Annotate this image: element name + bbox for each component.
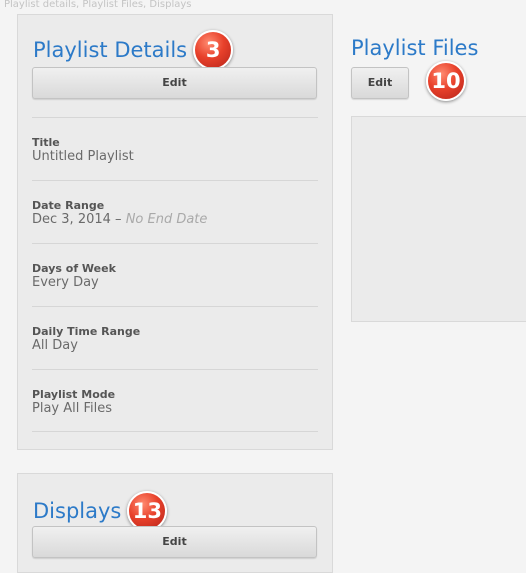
field-daily-time-range: Daily Time Range All Day bbox=[32, 306, 318, 369]
field-date-range-label: Date Range bbox=[32, 199, 105, 212]
cropped-top-caption: Playlist details, Playlist Files, Displa… bbox=[0, 0, 526, 10]
field-days-of-week: Days of Week Every Day bbox=[32, 243, 318, 306]
playlist-details-title: Playlist Details bbox=[33, 38, 188, 62]
field-date-range-value: Dec 3, 2014 – No End Date bbox=[32, 212, 318, 228]
playlist-details-edit-button[interactable]: Edit bbox=[32, 67, 317, 99]
field-playlist-mode: Playlist Mode Play All Files bbox=[32, 369, 318, 432]
field-daily-time-range-label: Daily Time Range bbox=[32, 325, 141, 338]
playlist-details-panel: Playlist Details 3 Edit Title Untitled Pl… bbox=[17, 14, 333, 450]
cropped-caption-text: Playlist details, Playlist Files, Displa… bbox=[4, 0, 192, 10]
field-daily-time-range-value: All Day bbox=[32, 338, 78, 353]
playlist-files-list bbox=[351, 116, 526, 322]
field-date-range: Date Range Dec 3, 2014 – No End Date bbox=[32, 180, 318, 243]
date-range-start: Dec 3, 2014 – bbox=[32, 212, 126, 227]
field-title-value: Untitled Playlist bbox=[32, 149, 134, 164]
step-badge-13: 13 bbox=[127, 491, 168, 531]
field-days-of-week-value: Every Day bbox=[32, 275, 99, 290]
field-title: Title Untitled Playlist bbox=[32, 117, 318, 180]
field-playlist-mode-label: Playlist Mode bbox=[32, 388, 116, 401]
date-range-end: No End Date bbox=[125, 212, 208, 227]
displays-edit-button[interactable]: Edit bbox=[32, 526, 317, 558]
field-title-label: Title bbox=[32, 136, 60, 149]
step-badge-3: 3 bbox=[193, 30, 234, 70]
playlist-details-heading: Playlist Details 3 bbox=[33, 30, 234, 70]
field-playlist-mode-value: Play All Files bbox=[32, 401, 113, 416]
playlist-files-title: Playlist Files bbox=[351, 36, 479, 60]
displays-panel: Displays 13 Edit bbox=[17, 473, 333, 573]
field-days-of-week-label: Days of Week bbox=[32, 262, 116, 275]
displays-heading: Displays 13 bbox=[33, 491, 168, 531]
playlist-files-heading: Playlist Files bbox=[351, 35, 478, 60]
playlist-details-list: Title Untitled Playlist Date Range Dec 3… bbox=[32, 117, 318, 432]
playlist-files-edit-button[interactable]: Edit bbox=[351, 67, 409, 99]
step-badge-10: 10 bbox=[426, 61, 466, 101]
displays-title: Displays bbox=[33, 499, 122, 523]
